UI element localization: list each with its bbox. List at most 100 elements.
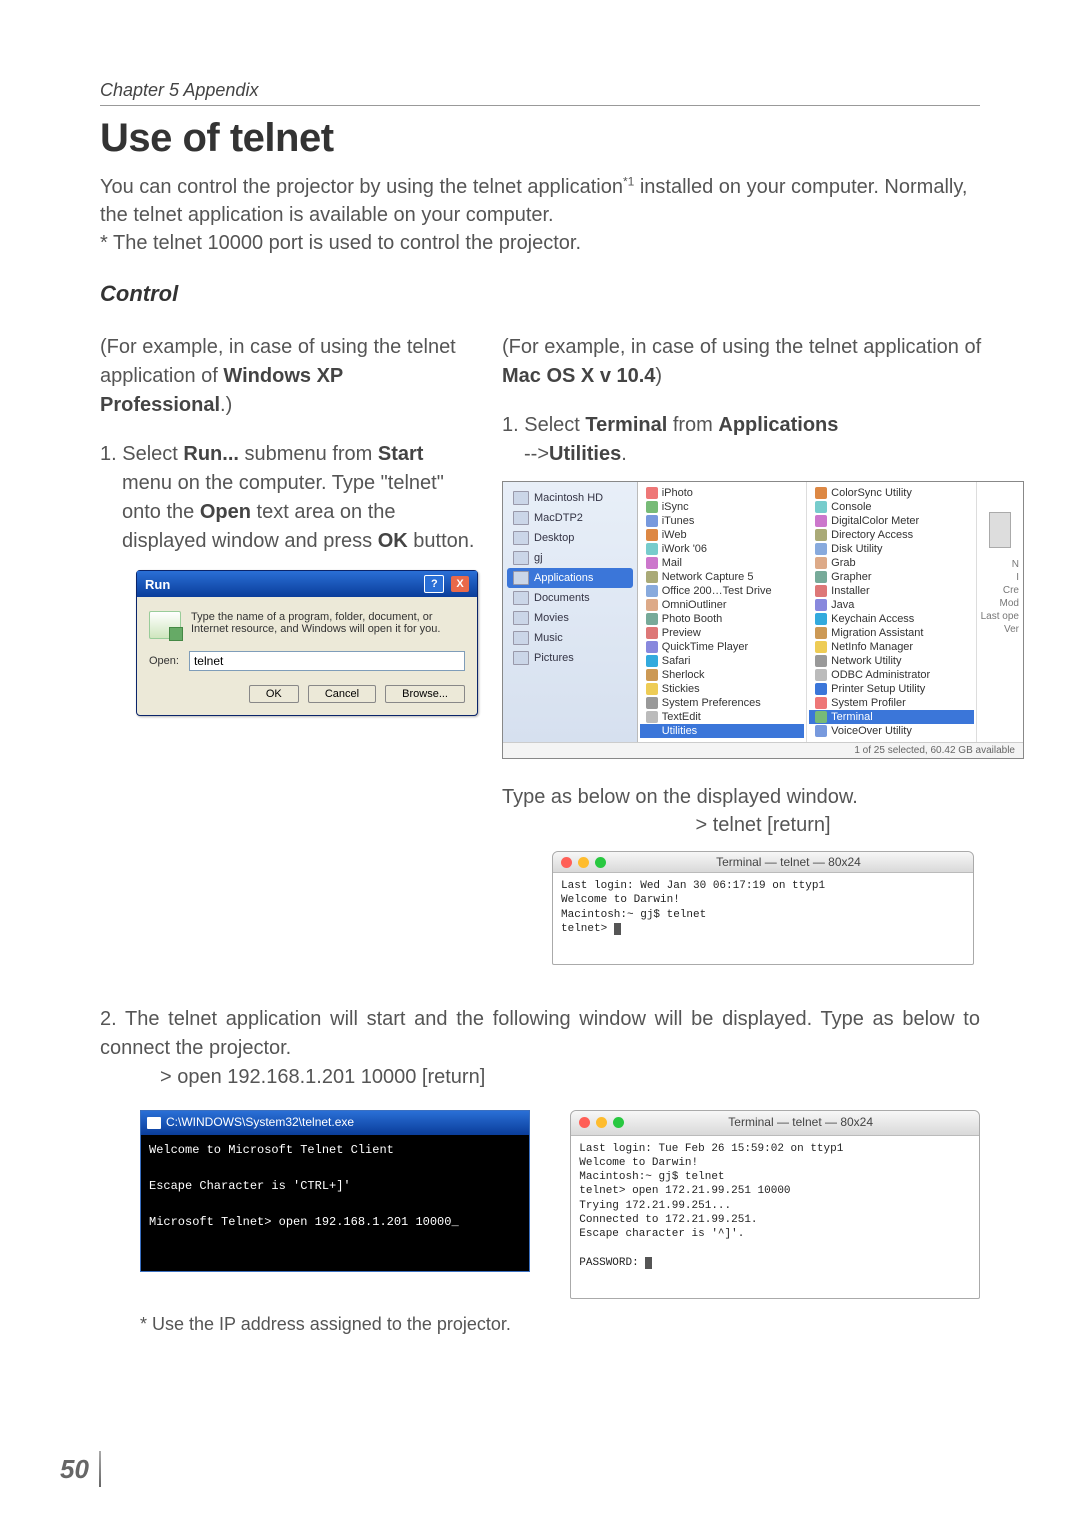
terminal-body[interactable]: Last login: Tue Feb 26 15:59:02 on ttyp1… bbox=[571, 1136, 979, 1299]
sidebar-item[interactable]: Documents bbox=[507, 588, 633, 608]
t: Start bbox=[378, 443, 424, 465]
utility-label: Grapher bbox=[831, 571, 871, 583]
utility-row[interactable]: Disk Utility bbox=[809, 542, 973, 556]
sidebar-item[interactable]: Movies bbox=[507, 608, 633, 628]
t: ) bbox=[655, 365, 662, 387]
utility-row[interactable]: Printer Setup Utility bbox=[809, 682, 973, 696]
utility-row[interactable]: NetInfo Manager bbox=[809, 640, 973, 654]
app-row[interactable]: Office 200…Test Drive bbox=[640, 584, 804, 598]
browse-button[interactable]: Browse... bbox=[385, 685, 465, 703]
terminal-body[interactable]: Last login: Wed Jan 30 06:17:19 on ttyp1… bbox=[553, 873, 973, 964]
utility-row[interactable]: Migration Assistant bbox=[809, 626, 973, 640]
preview-line: Cre bbox=[981, 584, 1019, 597]
finder-sidebar[interactable]: Macintosh HDMacDTP2Desktop gj Applications… bbox=[503, 482, 638, 742]
app-row[interactable]: Sherlock bbox=[640, 668, 804, 682]
app-icon bbox=[646, 529, 658, 541]
app-icon bbox=[646, 711, 658, 723]
app-label: Preview bbox=[662, 627, 701, 639]
open-input[interactable] bbox=[189, 651, 465, 671]
sidebar-item-label: gj bbox=[534, 552, 543, 564]
mac-intro: (For example, in case of using the telne… bbox=[502, 333, 1024, 391]
app-row[interactable]: Mail bbox=[640, 556, 804, 570]
folder-icon bbox=[513, 511, 529, 525]
utility-icon bbox=[815, 725, 827, 737]
app-label: iTunes bbox=[662, 515, 695, 527]
sidebar-item[interactable]: Macintosh HD bbox=[507, 488, 633, 508]
utility-row[interactable]: Keychain Access bbox=[809, 612, 973, 626]
app-icon bbox=[646, 557, 658, 569]
minimize-icon[interactable] bbox=[578, 857, 589, 868]
utility-label: Migration Assistant bbox=[831, 627, 923, 639]
app-label: Sherlock bbox=[662, 669, 705, 681]
app-row[interactable]: Stickies bbox=[640, 682, 804, 696]
folder-icon bbox=[513, 651, 529, 665]
run-title-text: Run bbox=[145, 577, 170, 592]
utility-row[interactable]: Installer bbox=[809, 584, 973, 598]
app-icon bbox=[646, 627, 658, 639]
cursor-icon bbox=[614, 923, 621, 935]
app-row[interactable]: iWeb bbox=[640, 528, 804, 542]
utility-row[interactable]: Java bbox=[809, 598, 973, 612]
app-row[interactable]: iSync bbox=[640, 500, 804, 514]
utility-label: Java bbox=[831, 599, 854, 611]
app-icon bbox=[646, 599, 658, 611]
close-icon[interactable] bbox=[579, 1117, 590, 1128]
utility-row[interactable]: ColorSync Utility bbox=[809, 486, 973, 500]
app-row[interactable]: iWork '06 bbox=[640, 542, 804, 556]
app-row[interactable]: QuickTime Player bbox=[640, 640, 804, 654]
windows-step-1: 1. Select Run... submenu from Start menu… bbox=[100, 440, 478, 556]
utility-row[interactable]: Grapher bbox=[809, 570, 973, 584]
folder-icon bbox=[513, 491, 529, 505]
minimize-icon[interactable] bbox=[596, 1117, 607, 1128]
utility-label: VoiceOver Utility bbox=[831, 725, 912, 737]
close-icon[interactable]: X bbox=[451, 576, 469, 592]
folder-icon bbox=[513, 531, 529, 545]
app-row[interactable]: Safari bbox=[640, 654, 804, 668]
utility-label: Network Utility bbox=[831, 655, 901, 667]
close-icon[interactable] bbox=[561, 857, 572, 868]
run-dialog: Run ? X Type the name of a program, fold… bbox=[136, 570, 478, 716]
zoom-icon[interactable] bbox=[613, 1117, 624, 1128]
app-label: Mail bbox=[662, 557, 682, 569]
app-row[interactable]: System Preferences bbox=[640, 696, 804, 710]
finder-utilities-column[interactable]: ColorSync UtilityConsoleDigitalColor Met… bbox=[807, 482, 976, 742]
utility-row[interactable]: Console bbox=[809, 500, 973, 514]
cancel-button[interactable]: Cancel bbox=[308, 685, 376, 703]
win-telnet-body[interactable]: Welcome to Microsoft Telnet Client Escap… bbox=[141, 1135, 529, 1271]
win-telnet-title: C:\WINDOWS\System32\telnet.exe bbox=[166, 1114, 354, 1131]
utility-row[interactable]: Directory Access bbox=[809, 528, 973, 542]
sidebar-item[interactable]: Music bbox=[507, 628, 633, 648]
run-titlebar: Run ? X bbox=[137, 571, 477, 597]
app-row[interactable]: Preview bbox=[640, 626, 804, 640]
sidebar-item[interactable]: Desktop bbox=[507, 528, 633, 548]
app-row[interactable]: OmniOutliner bbox=[640, 598, 804, 612]
app-icon bbox=[646, 669, 658, 681]
utility-row[interactable]: Terminal bbox=[809, 710, 973, 724]
utility-icon bbox=[815, 711, 827, 723]
app-row[interactable]: iTunes bbox=[640, 514, 804, 528]
utility-row[interactable]: Grab bbox=[809, 556, 973, 570]
sidebar-item[interactable]: MacDTP2 bbox=[507, 508, 633, 528]
utility-row[interactable]: VoiceOver Utility bbox=[809, 724, 973, 738]
app-row[interactable]: iPhoto bbox=[640, 486, 804, 500]
utility-row[interactable]: ODBC Administrator bbox=[809, 668, 973, 682]
zoom-icon[interactable] bbox=[595, 857, 606, 868]
utility-row[interactable]: System Profiler bbox=[809, 696, 973, 710]
app-icon bbox=[646, 725, 658, 737]
t: Terminal bbox=[585, 414, 667, 436]
ok-button[interactable]: OK bbox=[249, 685, 299, 703]
sidebar-item[interactable]: Applications bbox=[507, 568, 633, 588]
sidebar-item[interactable]: gj bbox=[507, 548, 633, 568]
preview-line: N bbox=[981, 558, 1019, 571]
finder-applications-column[interactable]: iPhotoiSynciTunesiWebiWork '06MailNetwor… bbox=[638, 482, 807, 742]
app-row[interactable]: Network Capture 5 bbox=[640, 570, 804, 584]
app-row[interactable]: TextEdit bbox=[640, 710, 804, 724]
app-row[interactable]: Utilities bbox=[640, 724, 804, 738]
utility-row[interactable]: DigitalColor Meter bbox=[809, 514, 973, 528]
folder-icon bbox=[513, 631, 529, 645]
help-icon[interactable]: ? bbox=[424, 575, 444, 593]
app-row[interactable]: Photo Booth bbox=[640, 612, 804, 626]
sidebar-item[interactable]: Pictures bbox=[507, 648, 633, 668]
utility-row[interactable]: Network Utility bbox=[809, 654, 973, 668]
control-heading: Control bbox=[100, 281, 980, 307]
